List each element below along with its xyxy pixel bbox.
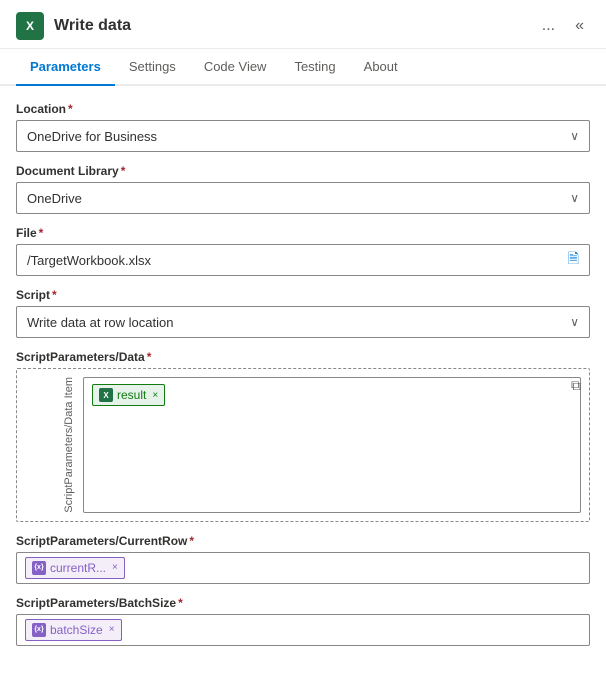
file-field-group: File * /TargetWorkbook.xlsx 🗎 bbox=[16, 226, 590, 276]
page-title: Write data bbox=[54, 17, 131, 35]
script-params-side-label: ScriptParameters/Data Item bbox=[25, 377, 75, 513]
script-dropdown[interactable]: Write data at row location ∨ bbox=[16, 306, 590, 338]
tab-about[interactable]: About bbox=[350, 49, 412, 86]
current-row-required: * bbox=[189, 534, 194, 548]
current-row-field-group: ScriptParameters/CurrentRow * {x} curren… bbox=[16, 534, 590, 584]
current-row-label: ScriptParameters/CurrentRow * bbox=[16, 534, 590, 548]
batch-tag-var-icon: {x} bbox=[32, 623, 46, 637]
file-value: /TargetWorkbook.xlsx bbox=[27, 253, 151, 268]
location-required: * bbox=[68, 102, 73, 116]
batch-size-tag-label: batchSize bbox=[50, 623, 103, 637]
result-tag-close-icon[interactable]: × bbox=[152, 390, 158, 401]
tab-parameters[interactable]: Parameters bbox=[16, 49, 115, 86]
batch-size-tag[interactable]: {x} batchSize × bbox=[25, 619, 122, 641]
script-params-data-label: ScriptParameters/Data * bbox=[16, 350, 590, 364]
script-label: Script * bbox=[16, 288, 590, 302]
tab-testing[interactable]: Testing bbox=[280, 49, 349, 86]
tab-bar: Parameters Settings Code View Testing Ab… bbox=[0, 49, 606, 86]
current-row-input[interactable]: {x} currentR... × bbox=[16, 552, 590, 584]
batch-size-required: * bbox=[178, 596, 183, 610]
current-row-tag-label: currentR... bbox=[50, 561, 106, 575]
location-chevron-icon: ∨ bbox=[570, 129, 579, 143]
location-field-group: Location * OneDrive for Business ∨ bbox=[16, 102, 590, 152]
document-library-dropdown[interactable]: OneDrive ∨ bbox=[16, 182, 590, 214]
doc-library-required: * bbox=[121, 164, 126, 178]
result-tag[interactable]: X result × bbox=[92, 384, 165, 406]
document-library-field-group: Document Library * OneDrive ∨ bbox=[16, 164, 590, 214]
header: X Write data ... « bbox=[0, 0, 606, 49]
current-row-tag[interactable]: {x} currentR... × bbox=[25, 557, 125, 579]
current-row-tag-close-icon[interactable]: × bbox=[112, 562, 118, 573]
script-params-data-box: ScriptParameters/Data Item X result × ⧉ bbox=[16, 368, 590, 522]
result-tag-label: result bbox=[117, 388, 146, 402]
file-label: File * bbox=[16, 226, 590, 240]
file-picker-icon[interactable]: 🗎 bbox=[568, 248, 579, 272]
script-chevron-icon: ∨ bbox=[570, 315, 579, 329]
script-params-inner-area[interactable]: X result × bbox=[83, 377, 581, 513]
location-dropdown[interactable]: OneDrive for Business ∨ bbox=[16, 120, 590, 152]
content-area: Location * OneDrive for Business ∨ Docum… bbox=[0, 86, 606, 674]
location-value: OneDrive for Business bbox=[27, 129, 157, 144]
more-options-button[interactable]: ... bbox=[536, 15, 561, 37]
script-params-data-field-group: ScriptParameters/Data * ScriptParameters… bbox=[16, 350, 590, 522]
file-required: * bbox=[39, 226, 44, 240]
document-library-chevron-icon: ∨ bbox=[570, 191, 579, 205]
file-input[interactable]: /TargetWorkbook.xlsx 🗎 bbox=[16, 244, 590, 276]
batch-size-input[interactable]: {x} batchSize × bbox=[16, 614, 590, 646]
document-library-value: OneDrive bbox=[27, 191, 82, 206]
script-params-data-required: * bbox=[147, 350, 152, 364]
tag-var-icon: {x} bbox=[32, 561, 46, 575]
tag-excel-icon: X bbox=[99, 388, 113, 402]
document-library-label: Document Library * bbox=[16, 164, 590, 178]
collapse-button[interactable]: « bbox=[569, 15, 590, 37]
script-required: * bbox=[52, 288, 57, 302]
excel-icon: X bbox=[16, 12, 44, 40]
header-left: X Write data bbox=[16, 12, 131, 40]
tab-codeview[interactable]: Code View bbox=[190, 49, 281, 86]
script-field-group: Script * Write data at row location ∨ bbox=[16, 288, 590, 338]
tab-settings[interactable]: Settings bbox=[115, 49, 190, 86]
batch-size-tag-close-icon[interactable]: × bbox=[109, 624, 115, 635]
location-label: Location * bbox=[16, 102, 590, 116]
copy-icon[interactable]: ⧉ bbox=[571, 377, 581, 394]
header-actions: ... « bbox=[536, 15, 590, 37]
batch-size-label: ScriptParameters/BatchSize * bbox=[16, 596, 590, 610]
script-value: Write data at row location bbox=[27, 315, 173, 330]
